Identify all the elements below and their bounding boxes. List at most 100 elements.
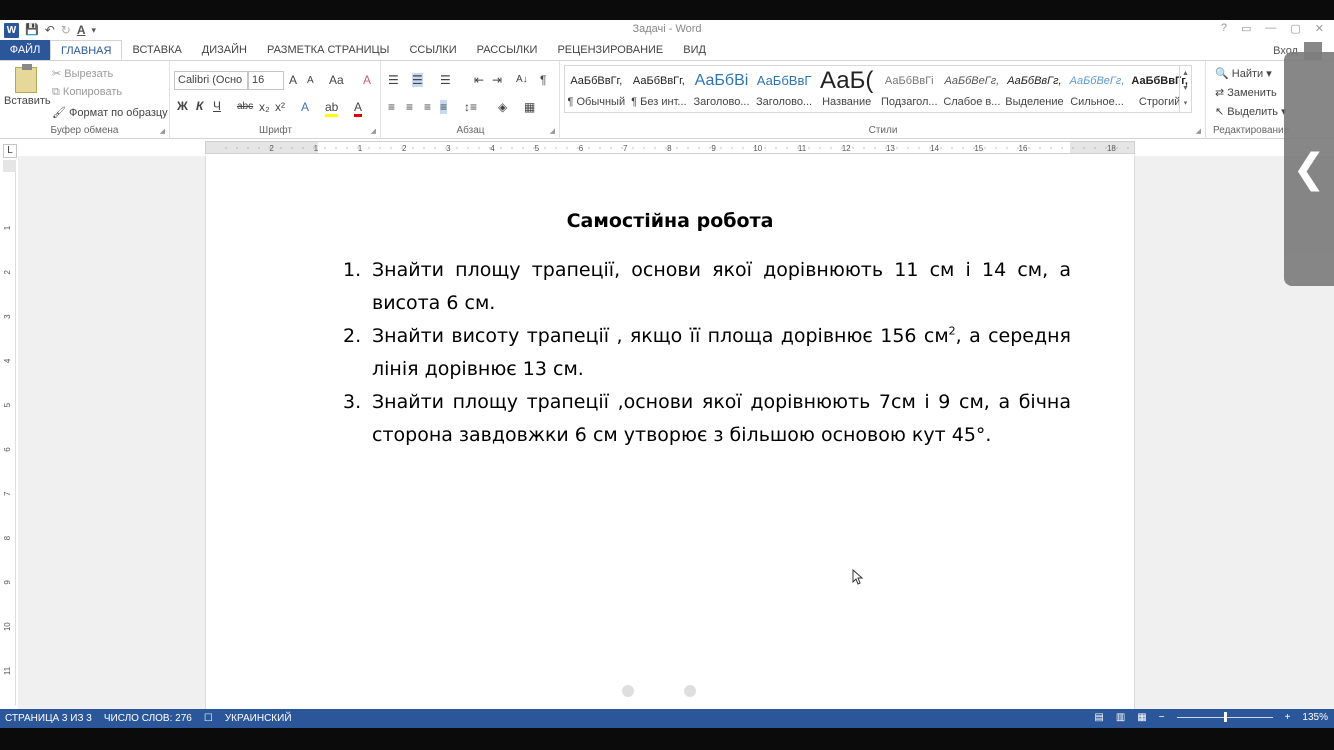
cut-button[interactable]: ✂ Вырезать: [52, 67, 113, 80]
shrink-font-icon[interactable]: A: [307, 74, 314, 88]
zoom-slider-thumb[interactable]: [1223, 712, 1227, 722]
zoom-level[interactable]: 135%: [1302, 712, 1328, 723]
side-panel-toggle[interactable]: ❮: [1284, 52, 1334, 286]
zoom-out-button[interactable]: −: [1159, 712, 1165, 723]
vertical-ruler-label: 3: [3, 314, 12, 319]
help-icon[interactable]: ?: [1221, 22, 1227, 35]
tab-insert[interactable]: ВСТАВКА: [122, 40, 191, 60]
horizontal-ruler[interactable]: 2 1 1 2 3 4 5 6 7 8 9 10 11 12 13 14 15 16 18: [205, 141, 1135, 154]
font-color-button-icon[interactable]: A: [354, 100, 363, 117]
style-name: Заголово...: [693, 96, 750, 108]
ruler-label: 5: [535, 144, 540, 153]
word-window: W 💾 ↶ ↻ A ▾ Задачі - Word ? ▭ — ▢ ✕ ФАЙЛ…: [0, 20, 1334, 728]
multilevel-list-icon[interactable]: ☰: [440, 73, 451, 87]
underline-button[interactable]: Ч: [213, 99, 221, 113]
gallery-scroll[interactable]: ▲ ▼ ▾: [1179, 66, 1191, 112]
numbering-icon[interactable]: ☰: [412, 73, 423, 87]
format-painter-button[interactable]: 🖌 Формат по образцу: [52, 106, 168, 119]
font-size-box[interactable]: 16: [248, 71, 284, 90]
style-title[interactable]: АаБ( Название: [815, 66, 878, 112]
subscript-icon[interactable]: x₂: [259, 100, 270, 114]
web-layout-icon[interactable]: ▦: [1137, 712, 1146, 723]
text-effects-icon[interactable]: A: [301, 100, 309, 114]
tab-page-layout[interactable]: РАЗМЕТКА СТРАНИЦЫ: [257, 40, 399, 60]
minimize-icon[interactable]: —: [1265, 22, 1276, 35]
borders-icon[interactable]: ▦: [524, 100, 535, 114]
document-area[interactable]: Самостійна робота 1. Знайти площу трапеці…: [18, 156, 1334, 709]
italic-button[interactable]: К: [196, 99, 203, 113]
maximize-icon[interactable]: ▢: [1290, 22, 1300, 35]
pager-dot-active[interactable]: [652, 684, 666, 698]
sort-icon[interactable]: A↓: [516, 73, 528, 87]
strikethrough-button[interactable]: abc: [237, 100, 253, 114]
page[interactable]: Самостійна робота 1. Знайти площу трапеці…: [205, 156, 1135, 709]
justify-icon[interactable]: ≡: [440, 100, 448, 114]
tab-view[interactable]: ВИД: [673, 40, 716, 60]
list-item[interactable]: 2. Знайти висоту трапеції , якщо її площа…: [343, 320, 1071, 386]
pager-dot[interactable]: [684, 685, 696, 697]
style-name: Подзагол...: [880, 96, 938, 108]
style-subtle-emphasis[interactable]: АаБбВеГг, Слабое в...: [941, 66, 1004, 112]
font-name-box[interactable]: Calibri (Осно: [174, 71, 248, 90]
decrease-indent-icon[interactable]: ⇤: [474, 73, 484, 87]
proofing-icon[interactable]: ☐: [204, 713, 213, 724]
bold-button[interactable]: Ж: [177, 99, 188, 113]
style-subtitle[interactable]: АаБбВвГі Подзагол...: [878, 66, 941, 112]
word-count[interactable]: ЧИСЛО СЛОВ: 276: [104, 713, 192, 724]
pilcrow-icon[interactable]: ¶: [540, 73, 546, 87]
grow-font-icon[interactable]: A: [289, 73, 297, 87]
tab-design[interactable]: ДИЗАЙН: [192, 40, 257, 60]
bullets-icon[interactable]: ☰: [388, 73, 399, 87]
document-heading[interactable]: Самостійна робота: [206, 210, 1134, 232]
read-mode-icon[interactable]: ▤: [1094, 712, 1103, 723]
superscript-icon[interactable]: x²: [275, 100, 285, 114]
tab-references[interactable]: ССЫЛКИ: [399, 40, 466, 60]
pager-dot[interactable]: [622, 685, 634, 697]
zoom-slider[interactable]: [1176, 712, 1273, 722]
copy-button[interactable]: ⧉ Копировать: [52, 86, 122, 99]
styles-dialog-launcher-icon[interactable]: ◢: [1196, 127, 1201, 135]
paragraph-dialog-launcher-icon[interactable]: ◢: [550, 127, 555, 135]
style-normal[interactable]: АаБбВвГг, ¶ Обычный: [565, 66, 628, 112]
ruler-label: 7: [623, 144, 628, 153]
align-right-icon[interactable]: ≡: [424, 100, 431, 114]
style-heading-1[interactable]: АаБбВі Заголово...: [690, 66, 753, 112]
language-indicator[interactable]: УКРАИНСКИЙ: [225, 713, 292, 724]
tab-file[interactable]: ФАЙЛ: [0, 40, 50, 60]
style-intense-emphasis[interactable]: АаБбВеГг, Сильное...: [1066, 66, 1129, 112]
zoom-in-button[interactable]: +: [1285, 712, 1291, 723]
change-case-icon[interactable]: Aa: [329, 73, 344, 87]
mouse-pointer-icon: [852, 569, 864, 585]
group-paragraph: ☰ ☰ ☰ ⇤ ⇥ A↓ ¶ ≡ ≡ ≡ ≡ ↕≡ ◈ ▦ Абзац ◢: [382, 61, 560, 139]
page-counter[interactable]: СТРАНИЦА 3 ИЗ 3: [5, 713, 92, 724]
font-dialog-launcher-icon[interactable]: ◢: [371, 127, 376, 135]
line-spacing-icon[interactable]: ↕≡: [464, 100, 477, 114]
list-item[interactable]: 3. Знайти площу трапеції ,основи якої дор…: [343, 386, 1071, 452]
clear-format-icon[interactable]: A: [363, 73, 371, 87]
tab-mailings[interactable]: РАССЫЛКИ: [467, 40, 548, 60]
highlight-icon[interactable]: ab: [325, 100, 339, 117]
tab-home[interactable]: ГЛАВНАЯ: [50, 40, 123, 60]
select-button[interactable]: ↖ Выделить ▾: [1215, 105, 1287, 118]
paste-button[interactable]: Вставить: [4, 64, 51, 117]
style-emphasis[interactable]: АаБбВвГг, Выделение: [1003, 66, 1066, 112]
list-item[interactable]: 1. Знайти площу трапеції, основи якої дор…: [343, 254, 1071, 320]
style-preview: АаБбВі: [694, 72, 749, 89]
shading-icon[interactable]: ◈: [498, 100, 507, 114]
close-icon[interactable]: ✕: [1315, 22, 1324, 35]
style-name: Сильное...: [1070, 96, 1124, 108]
tab-review[interactable]: РЕЦЕНЗИРОВАНИЕ: [547, 40, 673, 60]
print-layout-icon[interactable]: ▥: [1116, 712, 1125, 723]
vertical-ruler[interactable]: 123456789101112: [3, 160, 16, 705]
replace-button[interactable]: ⇄ Заменить: [1215, 86, 1277, 99]
increase-indent-icon[interactable]: ⇥: [492, 73, 502, 87]
style-heading-2[interactable]: АаБбВвГ Заголово...: [753, 66, 816, 112]
tab-selector[interactable]: L: [3, 144, 17, 158]
replace-label: Заменить: [1227, 87, 1277, 99]
find-button[interactable]: 🔍 Найти ▾: [1215, 67, 1272, 80]
dialog-launcher-icon[interactable]: ◢: [160, 127, 165, 135]
style-no-spacing[interactable]: АаБбВвГг, ¶ Без инт...: [628, 66, 691, 112]
ribbon-options-icon[interactable]: ▭: [1241, 22, 1251, 35]
align-left-icon[interactable]: ≡: [388, 100, 395, 114]
align-center-icon[interactable]: ≡: [406, 100, 413, 114]
